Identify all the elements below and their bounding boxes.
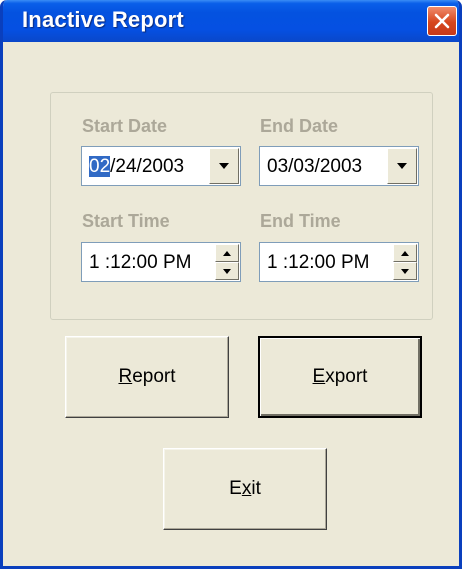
report-button[interactable]: Report xyxy=(65,336,229,418)
start-date-dropdown-button[interactable] xyxy=(209,148,239,184)
start-time-down-button[interactable] xyxy=(215,262,239,280)
chevron-down-icon xyxy=(219,163,229,169)
start-time-label: Start Time xyxy=(82,211,170,231)
start-time-up-button[interactable] xyxy=(215,244,239,262)
chevron-down-icon xyxy=(397,163,407,169)
start-date-label: Start Date xyxy=(82,116,168,136)
start-time-spinner[interactable] xyxy=(215,244,239,280)
arrow-down-icon xyxy=(223,269,231,274)
end-time-picker[interactable]: 1 :12:00 PM xyxy=(259,242,419,282)
inactive-report-window: Inactive Report Start Date 02/24/2003 En… xyxy=(0,0,462,569)
arrow-up-icon xyxy=(401,251,409,256)
exit-button-label: Exit xyxy=(229,478,261,499)
start-time-value[interactable]: 1 :12:00 PM xyxy=(89,252,211,274)
window-title: Inactive Report xyxy=(22,7,184,32)
arrow-up-icon xyxy=(223,251,231,256)
start-date-picker[interactable]: 02/24/2003 xyxy=(81,146,241,186)
exit-button[interactable]: Exit xyxy=(163,448,327,530)
end-time-up-button[interactable] xyxy=(393,244,417,262)
start-time-picker[interactable]: 1 :12:00 PM xyxy=(81,242,241,282)
export-button[interactable]: Export xyxy=(258,336,422,418)
close-button[interactable] xyxy=(427,6,457,36)
end-date-label: End Date xyxy=(260,116,339,136)
arrow-down-icon xyxy=(401,269,409,274)
export-button-label: Export xyxy=(312,366,368,387)
end-time-spinner[interactable] xyxy=(393,244,417,280)
close-icon xyxy=(434,13,450,29)
start-date-value[interactable]: 02/24/2003 xyxy=(89,156,207,178)
end-time-label: End Time xyxy=(260,211,341,231)
end-date-value[interactable]: 03/03/2003 xyxy=(267,156,385,178)
end-time-down-button[interactable] xyxy=(393,262,417,280)
report-button-label: Report xyxy=(118,366,176,387)
end-date-picker[interactable]: 03/03/2003 xyxy=(259,146,419,186)
end-date-dropdown-button[interactable] xyxy=(387,148,417,184)
end-time-value[interactable]: 1 :12:00 PM xyxy=(267,252,389,274)
title-bar[interactable]: Inactive Report xyxy=(3,0,459,42)
